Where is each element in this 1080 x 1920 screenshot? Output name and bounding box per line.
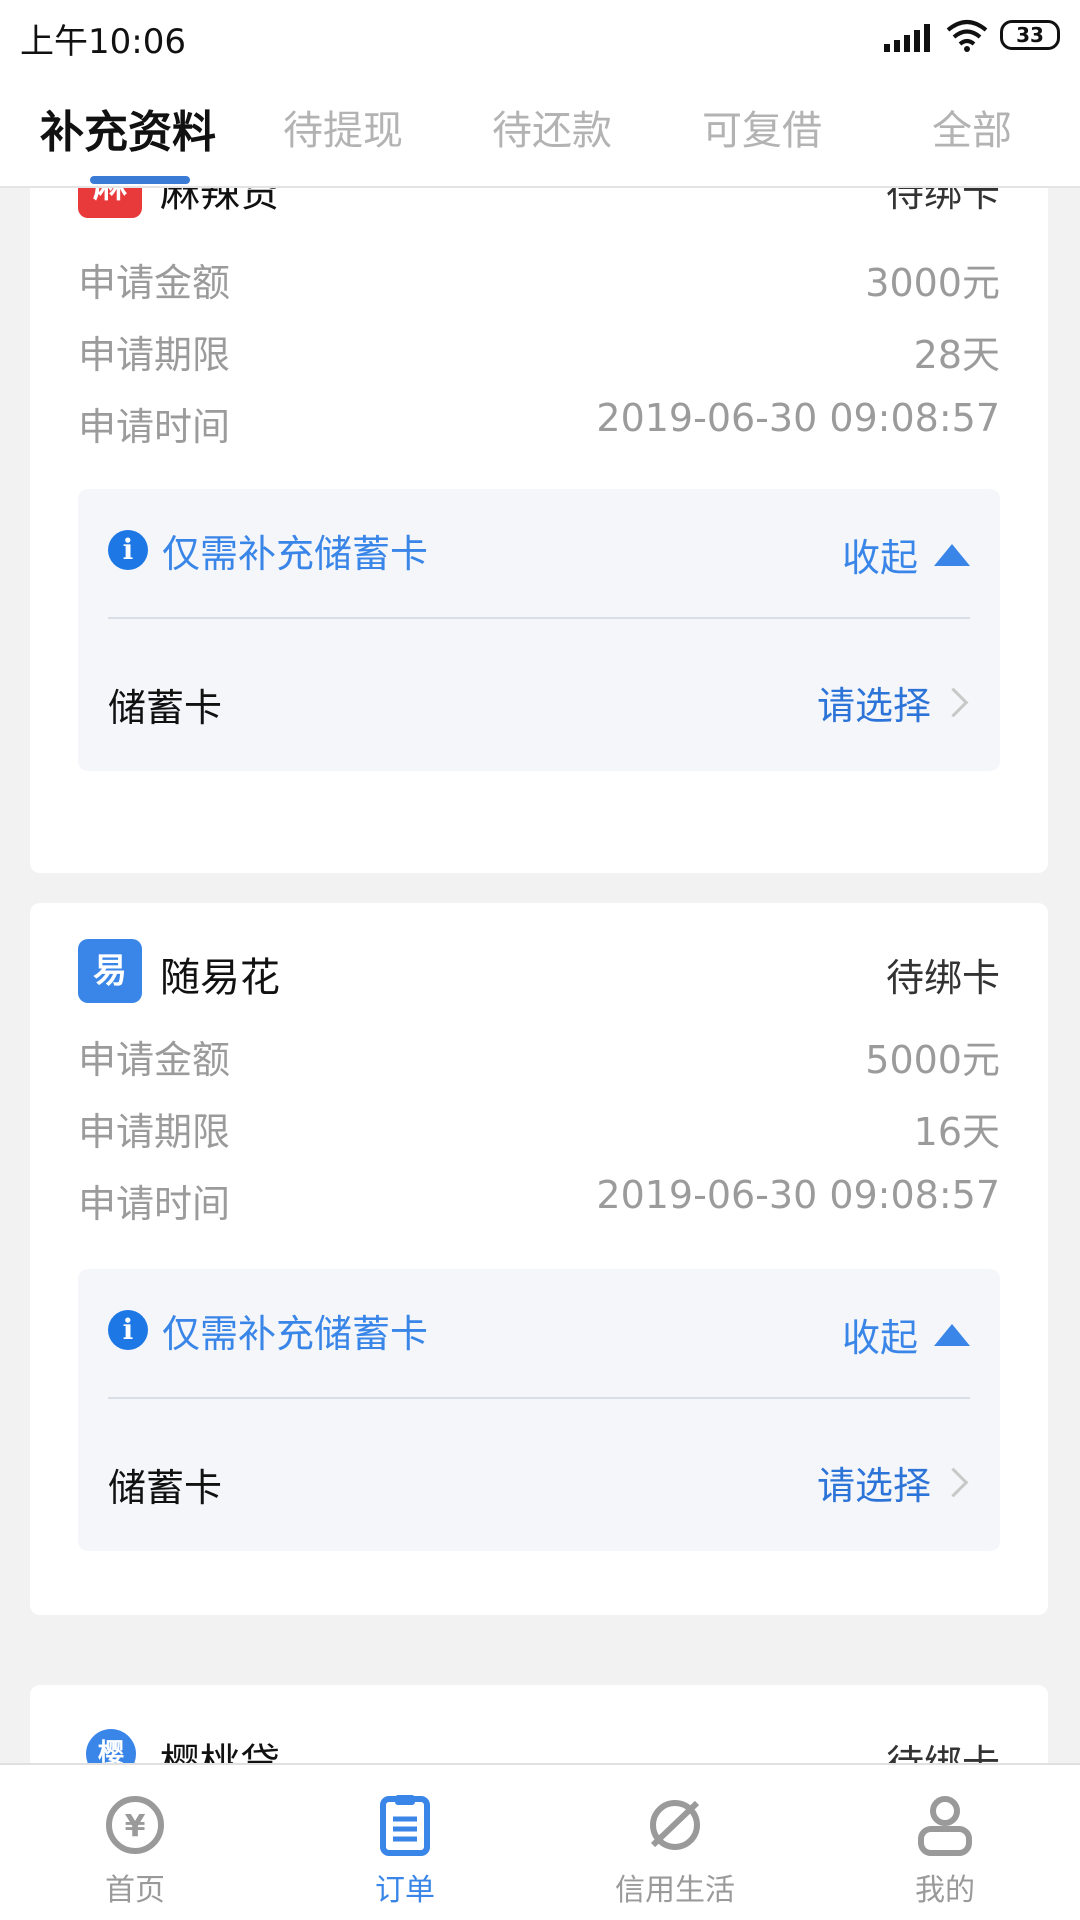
savings-card-label: 储蓄卡 (108, 1466, 223, 1510)
product-logo: 易 (78, 939, 142, 1003)
amount-row: 申请金额 5000元 (78, 1029, 1000, 1082)
nav-credit-life[interactable]: 信用生活 (540, 1765, 810, 1920)
order-card: 麻 麻辣贷 待绑卡 申请金额 3000元 申请期限 28天 申请时间 2019-… (30, 188, 1048, 873)
amount-row: 申请金额 3000元 (78, 252, 1000, 305)
order-status: 待绑卡 (885, 956, 1000, 1000)
collapse-label: 收起 (841, 536, 918, 580)
order-status: 待绑卡 (886, 1733, 1000, 1763)
info-icon: i (108, 1310, 148, 1350)
yen-icon: ¥ (106, 1796, 164, 1854)
divider (108, 1397, 970, 1399)
order-header: 易 随易花 待绑卡 (78, 939, 1000, 1009)
product-name: 樱桃贷 (160, 1731, 280, 1763)
collapse-label: 收起 (841, 1316, 918, 1360)
savings-card-select[interactable]: 请选择 (816, 675, 969, 730)
nav-mine-label: 我的 (915, 1873, 975, 1908)
active-tab-indicator (90, 176, 190, 184)
nav-home[interactable]: ¥ 首页 (0, 1765, 270, 1920)
savings-card-select[interactable]: 请选择 (816, 1455, 969, 1510)
signal-icon (884, 24, 930, 52)
bottom-nav: ¥ 首页 订单 信用生活 我的 (0, 1763, 1080, 1920)
product-name: 麻辣贷 (160, 188, 280, 216)
planet-icon (650, 1800, 700, 1850)
amount-label: 申请金额 (78, 1038, 231, 1082)
term-label: 申请期限 (78, 333, 231, 377)
tab-supplement[interactable]: 补充资料 (40, 96, 216, 186)
time-label: 申请时间 (78, 405, 231, 449)
tab-all[interactable]: 全部 (932, 98, 1012, 188)
order-list-icon (380, 1795, 430, 1856)
savings-card-label: 储蓄卡 (108, 686, 223, 730)
term-row: 申请期限 16天 (78, 1101, 1000, 1154)
amount-label: 申请金额 (78, 261, 231, 305)
notice-text: 仅需补充储蓄卡 (162, 1311, 429, 1356)
tab-pending-withdraw[interactable]: 待提现 (283, 98, 403, 188)
amount-value: 5000元 (865, 1038, 1000, 1082)
term-value: 28天 (913, 333, 1000, 377)
term-value: 16天 (913, 1110, 1000, 1154)
product-logo: 麻 (78, 188, 142, 218)
info-icon: i (108, 530, 148, 570)
collapse-button[interactable]: 收起 (842, 1307, 970, 1362)
nav-credit-life-label: 信用生活 (615, 1873, 735, 1908)
order-header: 麻 麻辣贷 待绑卡 (78, 188, 1000, 224)
chevron-right-icon (938, 687, 969, 718)
supplement-panel: i 仅需补充储蓄卡 收起 储蓄卡 请选择 (78, 1269, 1000, 1551)
nav-home-label: 首页 (105, 1873, 165, 1908)
product-name: 随易花 (160, 955, 280, 1001)
supplement-panel: i 仅需补充储蓄卡 收起 储蓄卡 请选择 (78, 489, 1000, 771)
screen: 上午10:06 33 补充资料 待提现 待还款 可复借 全部 麻 麻辣贷 待绑卡 (0, 0, 1080, 1920)
battery-icon: 33 (1000, 20, 1060, 50)
order-status: 待绑卡 (885, 188, 1000, 215)
tab-pending-repay[interactable]: 待还款 (492, 98, 612, 188)
order-tabs: 补充资料 待提现 待还款 可复借 全部 (0, 76, 1080, 188)
collapse-button[interactable]: 收起 (842, 527, 970, 582)
status-bar: 上午10:06 33 (0, 0, 1080, 76)
notice-text: 仅需补充储蓄卡 (162, 531, 429, 576)
term-row: 申请期限 28天 (78, 324, 1000, 377)
order-card: 易 随易花 待绑卡 申请金额 5000元 申请期限 16天 申请时间 2019-… (30, 903, 1048, 1615)
time-row: 申请时间 2019-06-30 09:08:57 (78, 1173, 1000, 1226)
select-placeholder: 请选择 (816, 1464, 931, 1508)
supplement-notice: i 仅需补充储蓄卡 (108, 525, 429, 576)
order-card: 樱 樱桃贷 待绑卡 (30, 1685, 1048, 1763)
time-value: 2019-06-30 09:08:57 (596, 396, 1000, 440)
nav-orders[interactable]: 订单 (270, 1765, 540, 1920)
amount-value: 3000元 (865, 261, 1000, 305)
nav-mine[interactable]: 我的 (810, 1765, 1080, 1920)
svg-text:¥: ¥ (125, 1809, 146, 1844)
order-list[interactable]: 麻 麻辣贷 待绑卡 申请金额 3000元 申请期限 28天 申请时间 2019-… (0, 188, 1080, 1763)
divider (108, 617, 970, 619)
time-label: 申请时间 (78, 1182, 231, 1226)
triangle-up-icon (934, 1323, 970, 1346)
user-icon (918, 1796, 972, 1856)
term-label: 申请期限 (78, 1110, 231, 1154)
status-time: 上午10:06 (20, 22, 186, 62)
product-logo: 樱 (86, 1729, 136, 1763)
select-placeholder: 请选择 (816, 684, 931, 728)
triangle-up-icon (934, 543, 970, 566)
order-header: 樱 樱桃贷 待绑卡 (78, 1725, 1000, 1763)
nav-orders-label: 订单 (375, 1873, 435, 1908)
supplement-notice: i 仅需补充储蓄卡 (108, 1305, 429, 1356)
chevron-right-icon (938, 1467, 969, 1498)
time-value: 2019-06-30 09:08:57 (596, 1173, 1000, 1217)
tab-reborrow[interactable]: 可复借 (702, 98, 822, 188)
time-row: 申请时间 2019-06-30 09:08:57 (78, 396, 1000, 449)
wifi-icon (946, 20, 988, 52)
